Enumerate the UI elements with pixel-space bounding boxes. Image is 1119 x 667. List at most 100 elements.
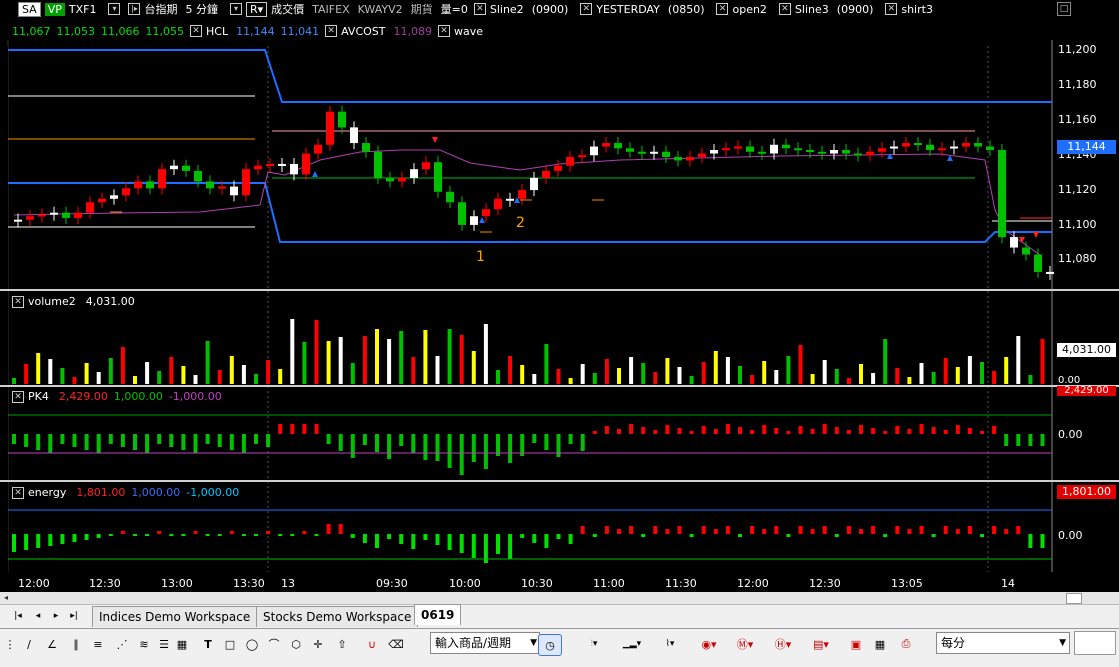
tick-chart-icon[interactable]: ⫶▾ bbox=[580, 634, 608, 654]
tab-indices-demo[interactable]: Indices Demo Workspace bbox=[92, 606, 258, 627]
panel-divider-2[interactable] bbox=[0, 385, 1119, 387]
frequency-combo[interactable]: 每分 ▼ bbox=[936, 632, 1070, 654]
energy-bar bbox=[362, 534, 367, 543]
scroll-left-icon[interactable]: ◂ bbox=[4, 593, 14, 602]
report-icon[interactable]: ▤▾ bbox=[808, 634, 834, 654]
pk4-bar bbox=[60, 434, 65, 444]
time-label: 13:30 bbox=[233, 577, 265, 590]
time-label: 11:00 bbox=[593, 577, 625, 590]
volume-bar bbox=[955, 367, 960, 384]
alert-icon[interactable]: ◉▾ bbox=[696, 634, 722, 654]
energy-bar bbox=[278, 534, 283, 536]
volume-bar bbox=[338, 337, 343, 384]
energy-bar bbox=[520, 534, 525, 538]
rectangle-tool-icon[interactable]: □ bbox=[222, 634, 238, 654]
clock-settings-icon[interactable]: ◷ bbox=[538, 634, 562, 656]
pk4-bar bbox=[750, 430, 755, 434]
candle-body bbox=[554, 165, 562, 171]
polygon-tool-icon[interactable]: ⬡ bbox=[288, 634, 304, 654]
energy-bar bbox=[532, 534, 537, 543]
scroll-thumb[interactable] bbox=[1066, 593, 1082, 604]
energy-close-icon[interactable]: ✕ bbox=[12, 486, 24, 499]
crosshair-tool-icon[interactable]: ✛ bbox=[310, 634, 326, 654]
volume-close-icon[interactable]: ✕ bbox=[12, 295, 24, 308]
volume-bar bbox=[169, 357, 174, 384]
volume-bar bbox=[725, 357, 730, 384]
panel-divider-1[interactable] bbox=[0, 289, 1119, 291]
energy-bar bbox=[992, 526, 997, 534]
energy-bar bbox=[798, 526, 803, 534]
energy-bar bbox=[604, 526, 609, 534]
energy-bar bbox=[399, 534, 404, 544]
tab-stocks-demo[interactable]: Stocks Demo Workspace bbox=[256, 606, 419, 627]
candle-body bbox=[518, 190, 526, 199]
pk4-close-icon[interactable]: ✕ bbox=[12, 390, 24, 403]
angle-line-tool-icon[interactable]: ∠ bbox=[42, 634, 62, 654]
pk4-bar bbox=[798, 426, 803, 434]
energy-bar bbox=[24, 534, 29, 550]
signal-arrow-icon bbox=[479, 217, 485, 223]
pk4-bar bbox=[181, 434, 186, 450]
tab-prev-icon[interactable]: ◂ bbox=[32, 610, 44, 622]
gann-tool-icon[interactable]: ⋰ bbox=[112, 634, 132, 654]
energy-bar bbox=[629, 526, 634, 534]
panel-divider-3[interactable] bbox=[0, 480, 1119, 482]
energy-bar bbox=[907, 529, 912, 534]
tab-first-icon[interactable]: |◂ bbox=[12, 610, 24, 622]
energy-bar bbox=[859, 529, 863, 534]
range-chart-icon[interactable]: ⌇▾ bbox=[656, 634, 684, 654]
ellipse-tool-icon[interactable]: ◯ bbox=[244, 634, 260, 654]
window-icon[interactable]: ▣ bbox=[846, 634, 866, 654]
horizontal-lines-tool-icon[interactable]: ☰ bbox=[156, 634, 172, 654]
horizontal-scrollbar[interactable]: ◂ bbox=[0, 592, 1119, 605]
combo-dropdown-icon[interactable]: ▼ bbox=[530, 633, 537, 653]
energy-bar bbox=[980, 534, 984, 537]
energy-bar bbox=[459, 534, 464, 553]
export-icon[interactable]: ⎙ bbox=[896, 634, 916, 654]
parallel-line-tool-icon[interactable]: ∥ bbox=[66, 634, 86, 654]
pk4-bar bbox=[302, 424, 307, 434]
energy-bar bbox=[665, 529, 670, 534]
candle-body bbox=[194, 170, 202, 182]
energy-bar bbox=[254, 534, 258, 536]
magnet-icon[interactable]: ∪ bbox=[364, 634, 380, 654]
candle-body bbox=[494, 198, 502, 210]
product-period-combo[interactable]: 輸入商品/週期 ▼ bbox=[430, 632, 540, 654]
energy-bar bbox=[955, 529, 960, 534]
trendline-tool-icon[interactable]: ∕ bbox=[20, 634, 38, 654]
volume-bar bbox=[326, 341, 331, 384]
drag-handle-icon[interactable]: ⋮ bbox=[2, 634, 18, 654]
candle-body bbox=[326, 111, 334, 145]
volume-bar bbox=[653, 372, 658, 384]
grid-tool-icon[interactable]: ▦ bbox=[174, 634, 190, 654]
frequency-dropdown-icon[interactable]: ▼ bbox=[1059, 633, 1066, 653]
fibonacci-tool-icon[interactable]: ≡ bbox=[88, 634, 108, 654]
time-label: 12:30 bbox=[809, 577, 841, 590]
tab-next-icon[interactable]: ▸ bbox=[50, 610, 62, 622]
volume-bar bbox=[157, 371, 162, 384]
pk4-bar bbox=[278, 424, 283, 434]
left-gutter bbox=[0, 46, 8, 572]
text-tool-icon[interactable]: T bbox=[200, 634, 216, 654]
channel-tool-icon[interactable]: ≋ bbox=[134, 634, 154, 654]
market-icon[interactable]: Ⓜ▾ bbox=[732, 634, 758, 654]
arrow-up-tool-icon[interactable]: ⇧ bbox=[334, 634, 350, 654]
blue-upper-line bbox=[8, 49, 1052, 103]
layout-icon[interactable]: ▦ bbox=[870, 634, 890, 654]
energy-bar bbox=[12, 534, 16, 552]
time-label: 13 bbox=[281, 577, 295, 590]
volume-chart-icon[interactable]: ▁▂▾ bbox=[618, 634, 646, 654]
volume-bar bbox=[762, 361, 767, 384]
history-icon[interactable]: Ⓗ▾ bbox=[770, 634, 796, 654]
eraser-icon[interactable]: ⌫ bbox=[388, 634, 404, 654]
energy-bar bbox=[943, 526, 948, 534]
pk4-bar bbox=[931, 427, 936, 434]
arc-tool-icon[interactable]: ⌒ bbox=[266, 634, 282, 654]
tab-0619[interactable]: 0619 bbox=[414, 604, 462, 625]
volume-bar bbox=[217, 370, 222, 384]
pk4-bar bbox=[919, 424, 924, 434]
tab-last-icon[interactable]: ▸| bbox=[68, 610, 80, 622]
extra-input[interactable] bbox=[1074, 631, 1116, 655]
pk4-bar bbox=[556, 434, 561, 457]
candle-body bbox=[434, 162, 442, 192]
